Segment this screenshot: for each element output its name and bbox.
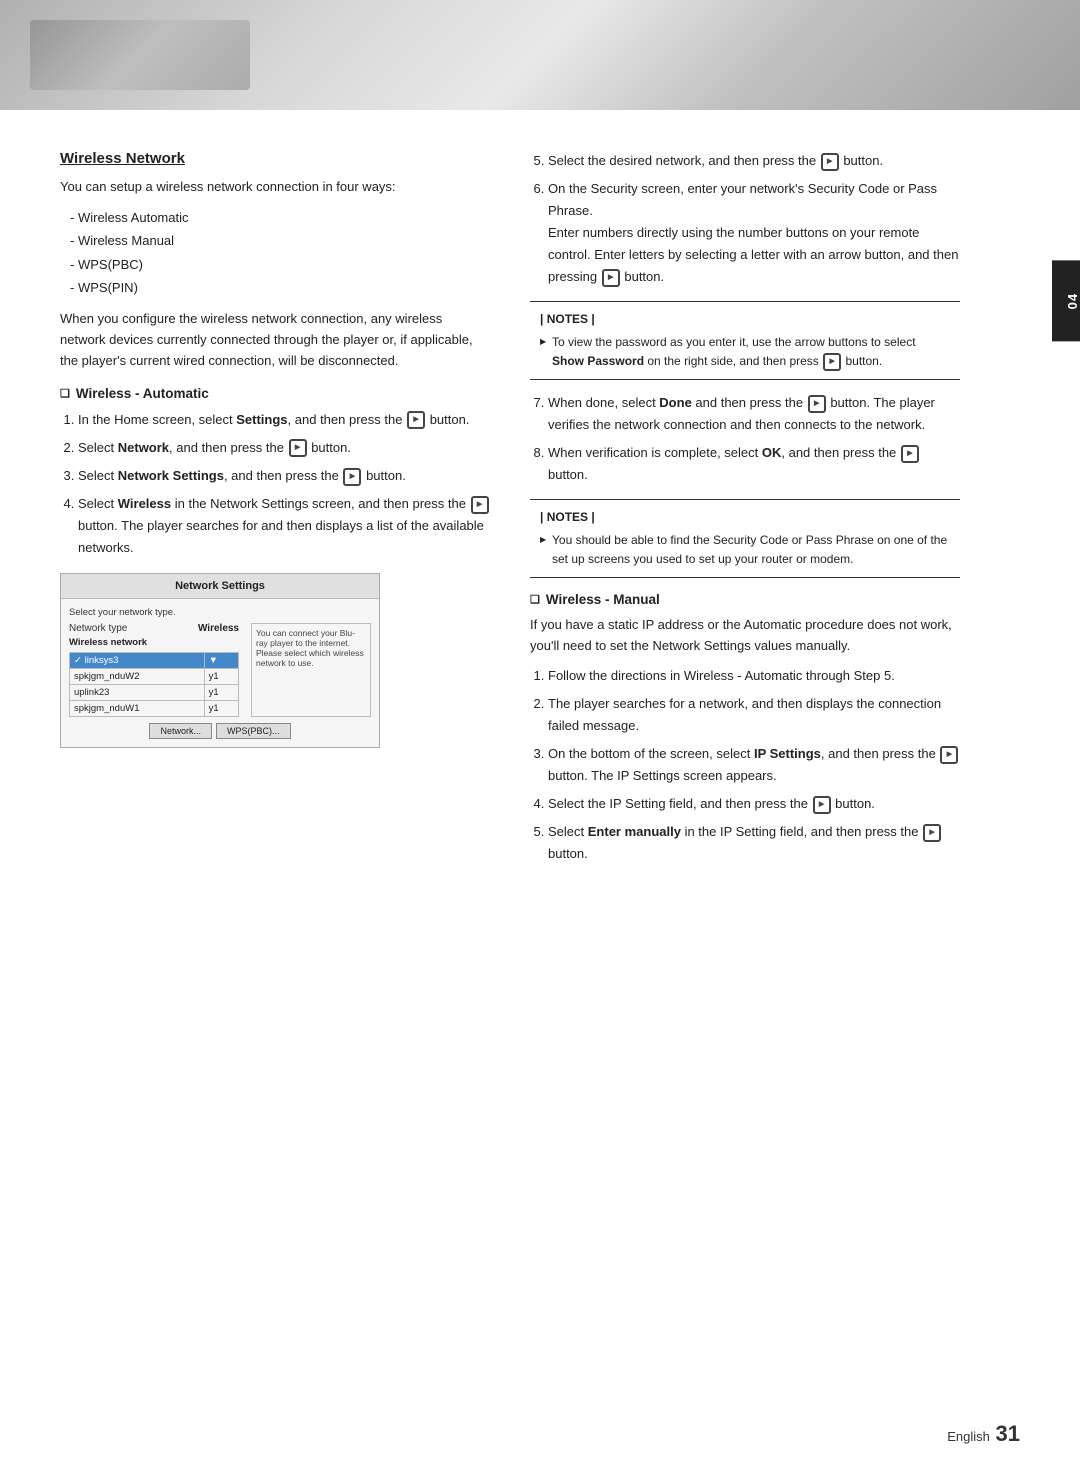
dialog-title: Network Settings [61,574,379,599]
bullet-list: Wireless Automatic Wireless Manual WPS(P… [70,206,490,300]
network-name: ✓ linksys3 [70,653,205,669]
footer: English 31 [947,1421,1020,1447]
network-settings-dialog: Network Settings Select your network typ… [60,573,380,748]
table-row: uplink23 y1 [70,685,239,701]
config-note: When you configure the wireless network … [60,309,490,371]
dialog-side-note: You can connect your Blu-ray player to t… [251,623,371,717]
step-7: When done, select Done and then press th… [548,392,960,436]
header-banner [0,0,1080,110]
wps-pbc-button[interactable]: WPS(PBC)... [216,723,291,739]
notes-title-2: | NOTES | [540,508,950,527]
remote-button-icon [813,796,831,814]
table-row: spkjgm_nduW2 y1 [70,669,239,685]
side-tab: 04 Settings [1052,260,1080,341]
footer-language: English [947,1429,990,1444]
bullet-item: WPS(PIN) [70,276,490,299]
side-tab-number: 04 [1065,292,1080,308]
table-row: spkjgm_nduW1 y1 [70,701,239,717]
manual-step-1: Follow the directions in Wireless - Auto… [548,665,960,687]
network-signal: y1 [204,685,238,701]
auto-steps-list: In the Home screen, select Settings, and… [78,409,490,560]
bullet-item: Wireless Automatic [70,206,490,229]
network-signal: y1 [204,669,238,685]
network-name: uplink23 [70,685,205,701]
remote-button-icon [407,411,425,429]
network-name: spkjgm_nduW1 [70,701,205,717]
remote-button-icon [923,824,941,842]
network-type-label: Network type [69,623,127,634]
note-item: To view the password as you enter it, us… [540,333,950,371]
step-8: When verification is complete, select OK… [548,442,960,486]
bullet-item: WPS(PBC) [70,253,490,276]
steps-7-8: When done, select Done and then press th… [548,392,960,486]
manual-intro: If you have a static IP address or the A… [530,615,960,657]
left-column: Wireless Network You can setup a wireles… [60,150,490,871]
remote-button-icon [901,445,919,463]
right-column: Select the desired network, and then pre… [530,150,960,871]
intro-text: You can setup a wireless network connect… [60,177,490,198]
notes-list-2: You should be able to find the Security … [540,531,950,569]
notes-box-1: | NOTES | To view the password as you en… [530,301,960,381]
network-type-row: Network type Wireless [69,623,239,634]
notes-list-1: To view the password as you enter it, us… [540,333,950,371]
subsection2-label: Wireless - Manual [546,592,660,607]
subsection2-heading: Wireless - Manual [530,592,960,607]
notes-title-1: | NOTES | [540,310,950,329]
section-title: Wireless Network [60,150,490,167]
subsection1-heading: Wireless - Automatic [60,386,490,401]
network-name: spkjgm_nduW2 [70,669,205,685]
network-signal: y1 [204,701,238,717]
network-button[interactable]: Network... [149,723,212,739]
manual-step-2: The player searches for a network, and t… [548,693,960,737]
manual-step-5: Select Enter manually in the IP Setting … [548,821,960,865]
step-4: Select Wireless in the Network Settings … [78,493,490,559]
step-2: Select Network, and then press the butto… [78,437,490,459]
continued-steps: Select the desired network, and then pre… [548,150,960,289]
remote-button-icon [289,439,307,457]
notes-box-2: | NOTES | You should be able to find the… [530,499,960,579]
remote-button-icon [343,468,361,486]
note-item: You should be able to find the Security … [540,531,950,569]
dialog-buttons: Network... WPS(PBC)... [69,723,371,739]
remote-button-icon [823,353,841,371]
remote-button-icon [602,269,620,287]
footer-page-number: 31 [996,1421,1020,1446]
remote-button-icon [471,496,489,514]
dialog-body: Select your network type. Network type W… [61,599,379,747]
step-5: Select the desired network, and then pre… [548,150,960,172]
remote-button-icon [808,395,826,413]
step-3: Select Network Settings, and then press … [78,465,490,487]
manual-steps-list: Follow the directions in Wireless - Auto… [548,665,960,866]
wireless-network-label: Wireless network [69,637,239,648]
network-signal: ▼ [204,653,238,669]
subsection1-label: Wireless - Automatic [76,386,209,401]
bullet-item: Wireless Manual [70,229,490,252]
step-1: In the Home screen, select Settings, and… [78,409,490,431]
manual-step-4: Select the IP Setting field, and then pr… [548,793,960,815]
manual-step-3: On the bottom of the screen, select IP S… [548,743,960,787]
main-content: Wireless Network You can setup a wireles… [0,110,1080,931]
remote-button-icon [940,746,958,764]
dialog-subtitle: Select your network type. [69,607,371,618]
network-type-value: Wireless [198,623,239,634]
step-6: On the Security screen, enter your netwo… [548,178,960,288]
table-row: ✓ linksys3 ▼ [70,653,239,669]
networks-table: ✓ linksys3 ▼ spkjgm_nduW2 y1 uplink23 y1 [69,652,239,717]
remote-button-icon [821,153,839,171]
